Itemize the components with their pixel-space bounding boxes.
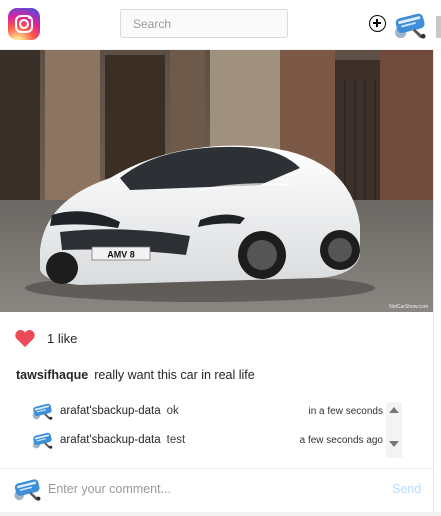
comment-item: arafat'sbackup-data ok in a few seconds [31,400,403,422]
comment-time: in a few seconds [308,405,384,417]
current-user-avatar [12,475,44,503]
bottom-divider [0,512,441,516]
heart-icon[interactable] [14,328,36,348]
profile-avatar[interactable] [392,10,430,40]
scrollbar[interactable] [436,16,441,38]
card-border [433,50,434,516]
post-caption: tawsifhaque really want this car in real … [16,368,255,382]
post-image: AMV 8 NetCarShow.com [0,50,434,312]
search-input[interactable] [120,9,288,38]
comment-item: arafat'sbackup-data test a few seconds a… [31,429,403,451]
commenter-avatar[interactable] [31,401,55,421]
send-button[interactable]: Send [392,482,421,496]
image-watermark: NetCarShow.com [389,304,428,310]
plus-circle-icon[interactable] [369,15,386,32]
comment-time: a few seconds ago [299,434,383,446]
top-bar [0,0,441,50]
comment-box: Send [0,468,433,508]
like-row: 1 like [14,328,77,348]
likes-count[interactable]: 1 like [47,331,77,346]
comment-username[interactable]: arafat'sbackup-data [60,405,161,417]
comment-input[interactable] [48,477,368,501]
comment-text: test [166,434,186,446]
caption-username[interactable]: tawsifhaque [16,368,88,382]
caption-text: really want this car in real life [94,368,255,382]
commenter-avatar[interactable] [31,430,55,450]
comment-text: ok [166,405,179,417]
instagram-icon[interactable] [8,8,40,40]
comment-username[interactable]: arafat'sbackup-data [60,434,161,446]
license-plate: AMV 8 [107,250,135,260]
